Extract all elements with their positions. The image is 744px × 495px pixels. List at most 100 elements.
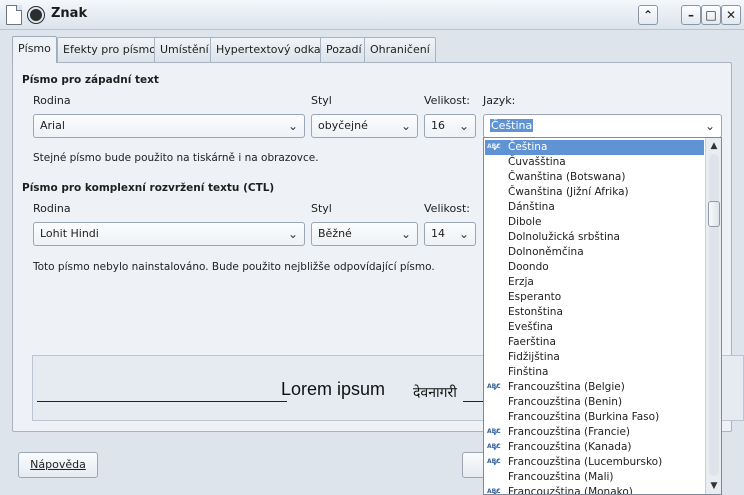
ctl-style-value: Běžné (318, 227, 352, 240)
language-list-item-label: Francouzština (Kanada) (508, 441, 632, 453)
help-button[interactable]: Nápověda (18, 452, 98, 478)
language-list-item[interactable]: Estonština (485, 305, 704, 320)
language-list-item[interactable]: Dánština (485, 200, 704, 215)
language-list-item[interactable]: Faerština (485, 335, 704, 350)
language-list-item[interactable]: Čuvašština (485, 155, 704, 170)
language-list-item[interactable]: Dolnolužická srbština (485, 230, 704, 245)
western-note: Stejné písmo bude použito na tiskárně i … (33, 152, 319, 164)
language-list-item[interactable]: ABC ✓ Francouzština (Lucembursko) (485, 455, 704, 470)
language-list-item[interactable]: Fidžijština (485, 350, 704, 365)
scrollbar[interactable]: ▲ ▼ (705, 138, 721, 494)
language-list-item-label: Francouzština (Francie) (508, 426, 631, 438)
check-icon: ✓ (492, 426, 502, 439)
spellcheck-icon: ABC ✓ (487, 456, 504, 469)
language-list-item[interactable]: Doondo (485, 260, 704, 275)
chevron-down-icon[interactable]: ⌄ (401, 223, 411, 245)
language-list-item[interactable]: ABC ✓ Francouzština (Belgie) (485, 380, 704, 395)
title-bar: Znak ⌃ – □ ✕ (0, 0, 744, 30)
spellcheck-icon: ABC ✓ (487, 141, 504, 154)
language-list-item-label: Estonština (508, 306, 563, 318)
language-list-item[interactable]: Francouzština (Mali) (485, 470, 704, 485)
check-icon: ✓ (492, 441, 502, 454)
tab-borders[interactable]: Ohraničení (364, 37, 436, 62)
chevron-down-icon[interactable]: ⌄ (705, 115, 715, 137)
western-language-combo[interactable]: Čeština ⌄ (483, 114, 722, 138)
language-list-item-label: Francouzština (Mali) (508, 471, 614, 483)
ctl-family-label: Rodina (33, 202, 71, 215)
language-list-item-label: Čwanština (Jižní Afrika) (508, 186, 629, 198)
western-family-value: Arial (40, 119, 65, 132)
shade-button[interactable]: ⌃ (638, 5, 658, 25)
language-list-item-label: Francouzština (Benin) (508, 396, 623, 408)
chevron-down-icon[interactable]: ⌄ (401, 115, 411, 137)
help-button-label: Nápověda (30, 458, 86, 471)
language-list-item-label: Finština (508, 366, 549, 378)
chevron-down-icon[interactable]: ⌄ (288, 115, 298, 137)
language-list-item[interactable]: Esperanto (485, 290, 704, 305)
language-list-item[interactable]: Čwanština (Botswana) (485, 170, 704, 185)
tab-font[interactable]: Písmo (12, 36, 57, 63)
tab-background[interactable]: Pozadí (320, 37, 368, 62)
scroll-thumb[interactable] (708, 201, 720, 227)
spellcheck-icon: ABC ✓ (487, 441, 504, 454)
western-style-label: Styl (311, 94, 332, 107)
language-list-item[interactable]: Francouzština (Benin) (485, 395, 704, 410)
language-list-item[interactable]: Erzja (485, 275, 704, 290)
ctl-style-combo[interactable]: Běžné ⌄ (311, 222, 418, 246)
language-list-item[interactable]: ABC ✓ Francouzština (Monako) (485, 485, 704, 495)
chevron-down-icon[interactable]: ⌄ (459, 223, 469, 245)
check-icon: ✓ (492, 141, 502, 154)
chevron-down-icon[interactable]: ⌄ (459, 115, 469, 137)
language-list-item-label: Erzja (508, 276, 534, 288)
western-size-value: 16 (431, 119, 445, 132)
maximize-button[interactable]: □ (701, 5, 721, 25)
language-list-item-label: Esperanto (508, 291, 562, 303)
tab-position[interactable]: Umístění (154, 37, 215, 62)
language-list-item[interactable]: Evešťina (485, 320, 704, 335)
language-list-item[interactable]: ABC ✓ Čeština (485, 140, 704, 155)
close-button[interactable]: ✕ (721, 5, 741, 25)
language-list-item-label: Doondo (508, 261, 549, 273)
preview-ctl-text: देवनागरी (413, 385, 457, 401)
check-icon: ✓ (492, 381, 502, 394)
language-list-item-label: Francouzština (Belgie) (508, 381, 625, 393)
language-list-item[interactable]: Dibole (485, 215, 704, 230)
language-list-item[interactable]: ABC ✓ Francouzština (Kanada) (485, 440, 704, 455)
tab-hyperlink[interactable]: Hypertextový odkaz (210, 37, 333, 62)
language-list-item-label: Evešťina (508, 321, 553, 333)
language-list-item-label: Dolnolužická srbština (508, 231, 620, 243)
ctl-family-combo[interactable]: Lohit Hindi ⌄ (33, 222, 305, 246)
ctl-size-combo[interactable]: 14 ⌄ (424, 222, 476, 246)
western-section-title: Písmo pro západní text (22, 74, 159, 86)
check-icon: ✓ (492, 486, 502, 495)
spellcheck-icon: ABC ✓ (487, 426, 504, 439)
western-language-label: Jazyk: (483, 94, 516, 107)
ctl-style-label: Styl (311, 202, 332, 215)
western-size-combo[interactable]: 16 ⌄ (424, 114, 476, 138)
tab-font-effects[interactable]: Efekty pro písmo (57, 37, 162, 62)
language-list-item[interactable]: Dolnoněmčina (485, 245, 704, 260)
western-language-value[interactable]: Čeština (490, 119, 534, 132)
language-dropdown-list[interactable]: ABC ✓ Francouzština (Monako) Francouzština … (483, 137, 722, 495)
pin-icon[interactable] (28, 7, 44, 23)
language-list-item[interactable]: Čwanština (Jižní Afrika) (485, 185, 704, 200)
language-list-item[interactable]: ABC ✓ Francouzština (Francie) (485, 425, 704, 440)
document-icon (6, 5, 22, 25)
minimize-button[interactable]: – (681, 5, 701, 25)
language-list-item-label: Čwanština (Botswana) (508, 171, 626, 183)
language-list-item-label: Fidžijština (508, 351, 560, 363)
ctl-section-title: Písmo pro komplexní rozvržení textu (CTL… (22, 182, 275, 194)
western-size-label: Velikost: (424, 94, 471, 107)
language-list-item[interactable]: Francouzština (Burkina Faso) (485, 410, 704, 425)
scroll-down-icon[interactable]: ▼ (708, 480, 720, 492)
western-style-value: obyčejné (318, 119, 368, 132)
language-list-item-label: Francouzština (Lucembursko) (508, 456, 663, 468)
spellcheck-icon: ABC ✓ (487, 486, 504, 495)
baseline (37, 401, 287, 402)
ctl-size-value: 14 (431, 227, 445, 240)
scroll-up-icon[interactable]: ▲ (708, 140, 720, 152)
western-style-combo[interactable]: obyčejné ⌄ (311, 114, 418, 138)
language-list-item[interactable]: Finština (485, 365, 704, 380)
chevron-down-icon[interactable]: ⌄ (288, 223, 298, 245)
western-family-combo[interactable]: Arial ⌄ (33, 114, 305, 138)
